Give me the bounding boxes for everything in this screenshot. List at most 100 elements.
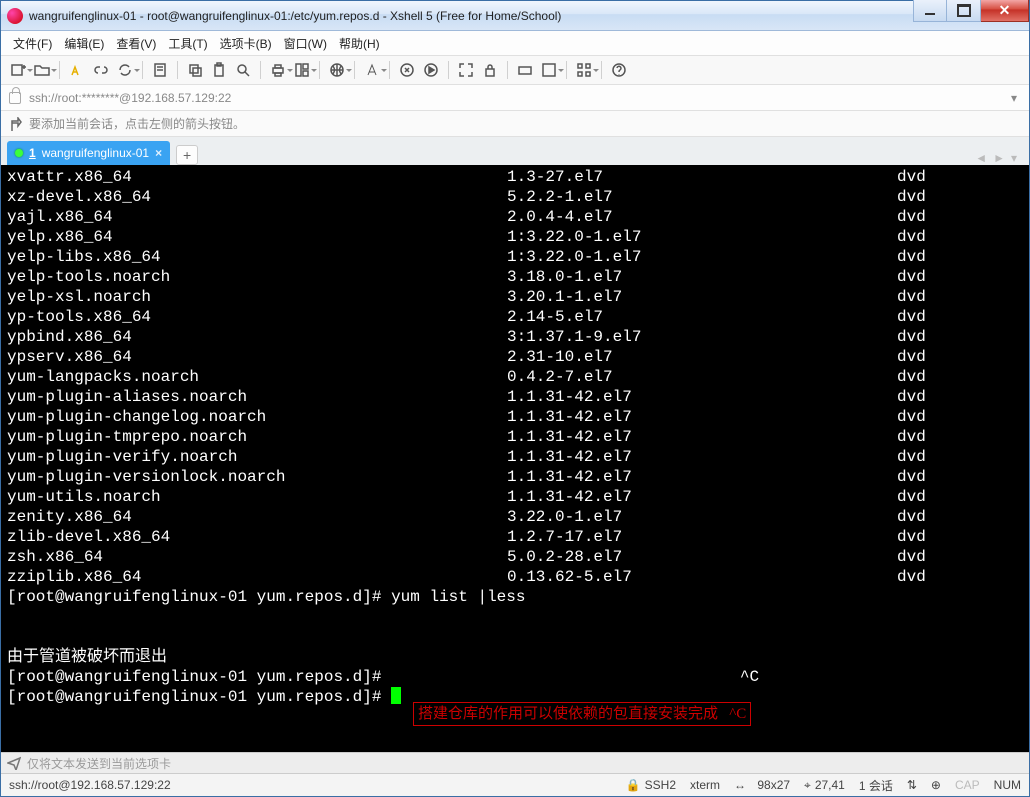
send-icon [7, 756, 21, 770]
menu-window[interactable]: 窗口(W) [280, 33, 331, 54]
app-window: wangruifenglinux-01 - root@wangruifengli… [0, 0, 1030, 797]
tab-prev-icon[interactable]: ◄ [975, 151, 987, 165]
tab-index: 1 [29, 146, 36, 160]
properties-icon[interactable] [151, 61, 169, 79]
terminal-cursor [391, 687, 401, 704]
open-folder-icon[interactable] [33, 61, 51, 79]
package-row: yelp-libs.x86_641:3.22.0-1.el7dvd [7, 247, 1023, 267]
globe-icon[interactable] [328, 61, 346, 79]
separator [354, 61, 355, 79]
package-row: yum-plugin-versionlock.noarch1.1.31-42.e… [7, 467, 1023, 487]
menu-tools[interactable]: 工具(T) [164, 33, 211, 54]
new-session-icon[interactable] [9, 61, 27, 79]
find-icon[interactable] [234, 61, 252, 79]
address-dropdown-icon[interactable]: ▾ [1007, 91, 1021, 105]
status-dot-icon [15, 149, 23, 157]
fullscreen-icon[interactable] [457, 61, 475, 79]
package-row: ypserv.x86_642.31-10.el7dvd [7, 347, 1023, 367]
package-row: zenity.x86_643.22.0-1.el7dvd [7, 507, 1023, 527]
tab-label: wangruifenglinux-01 [42, 146, 149, 160]
package-row: yelp-tools.noarch3.18.0-1.el7dvd [7, 267, 1023, 287]
add-session-arrow-icon[interactable] [9, 117, 23, 131]
menu-help[interactable]: 帮助(H) [335, 33, 384, 54]
color-icon[interactable] [540, 61, 558, 79]
status-size: ↔ 98x27 [734, 778, 790, 792]
separator [59, 61, 60, 79]
package-row: yum-plugin-tmprepo.noarch1.1.31-42.el7dv… [7, 427, 1023, 447]
lock-small-icon [9, 92, 21, 104]
package-row: yelp.x86_641:3.22.0-1.el7dvd [7, 227, 1023, 247]
package-row: yum-langpacks.noarch0.4.2-7.el7dvd [7, 367, 1023, 387]
shell-line: [root@wangruifenglinux-01 yum.repos.d]# … [7, 667, 1023, 687]
lock-icon[interactable] [481, 61, 499, 79]
package-row: yum-plugin-changelog.noarch1.1.31-42.el7… [7, 407, 1023, 427]
annotation-box: 搭建仓库的作用可以使依赖的包直接安装完成 ^C [413, 702, 751, 726]
separator [448, 61, 449, 79]
menu-tabs[interactable]: 选项卡(B) [216, 33, 276, 54]
package-row: yajl.x86_642.0.4-4.el7dvd [7, 207, 1023, 227]
package-row: yum-plugin-verify.noarch1.1.31-42.el7dvd [7, 447, 1023, 467]
status-proto: 🔒SSH2 [626, 778, 676, 792]
font-icon[interactable] [363, 61, 381, 79]
toolbar [1, 55, 1029, 85]
cursor-pos-icon: ⌖ [804, 778, 811, 793]
layout-icon[interactable] [293, 61, 311, 79]
send-placeholder: 仅将文本发送到当前选项卡 [27, 755, 171, 772]
send-text-bar[interactable]: 仅将文本发送到当前选项卡 [1, 752, 1029, 774]
grid-icon[interactable] [575, 61, 593, 79]
paste-icon[interactable] [210, 61, 228, 79]
tab-list-icon[interactable]: ▾ [1011, 151, 1017, 165]
separator [389, 61, 390, 79]
separator [601, 61, 602, 79]
keyboard-icon[interactable] [516, 61, 534, 79]
address-input[interactable] [27, 90, 1007, 106]
separator [142, 61, 143, 79]
title-bar[interactable]: wangruifenglinux-01 - root@wangruifengli… [1, 1, 1029, 31]
status-term: xterm [690, 778, 720, 792]
package-row: zlib-devel.x86_641.2.7-17.el7dvd [7, 527, 1023, 547]
help-icon[interactable] [610, 61, 628, 79]
highlight-icon[interactable] [68, 61, 86, 79]
menu-edit[interactable]: 编辑(E) [60, 33, 108, 54]
run-icon[interactable] [422, 61, 440, 79]
script-icon[interactable] [398, 61, 416, 79]
package-row: yum-plugin-aliases.noarch1.1.31-42.el7dv… [7, 387, 1023, 407]
status-bar: ssh://root@192.168.57.129:22 🔒SSH2 xterm… [1, 774, 1029, 796]
menu-view[interactable]: 查看(V) [112, 33, 160, 54]
package-row: xz-devel.x86_645.2.2-1.el7dvd [7, 187, 1023, 207]
info-text: 要添加当前会话，点击左侧的箭头按钮。 [29, 115, 245, 132]
status-updown-icon[interactable]: ⇅ [907, 778, 917, 792]
link-icon[interactable] [92, 61, 110, 79]
minimize-button[interactable] [913, 0, 947, 22]
package-row: yp-tools.x86_642.14-5.el7dvd [7, 307, 1023, 327]
app-icon [7, 8, 23, 24]
close-button[interactable]: ✕ [981, 0, 1029, 22]
package-row: zsh.x86_645.0.2-28.el7dvd [7, 547, 1023, 567]
copy-icon[interactable] [186, 61, 204, 79]
info-bar: 要添加当前会话，点击左侧的箭头按钮。 [1, 111, 1029, 137]
print-icon[interactable] [269, 61, 287, 79]
resize-icon: ↔ [734, 778, 746, 792]
package-row: ypbind.x86_643:1.37.1-9.el7dvd [7, 327, 1023, 347]
separator [177, 61, 178, 79]
tab-next-icon[interactable]: ► [993, 151, 1005, 165]
separator [260, 61, 261, 79]
terminal-output[interactable]: xvattr.x86_641.3-27.el7dvdxz-devel.x86_6… [1, 165, 1029, 752]
session-tab[interactable]: 1 wangruifenglinux-01 × [7, 141, 170, 165]
package-row: yum-utils.noarch1.1.31-42.el7dvd [7, 487, 1023, 507]
status-cursor: ⌖27,41 [804, 778, 845, 793]
add-tab-button[interactable]: + [176, 145, 198, 165]
status-cap: CAP [955, 778, 980, 792]
maximize-button[interactable] [947, 0, 981, 22]
shell-line: 由于管道被破坏而退出 [7, 647, 1023, 667]
status-connection: ssh://root@192.168.57.129:22 [9, 778, 171, 792]
separator [319, 61, 320, 79]
menu-bar: 文件(F) 编辑(E) 查看(V) 工具(T) 选项卡(B) 窗口(W) 帮助(… [1, 31, 1029, 55]
status-plus-icon[interactable]: ⊕ [931, 778, 941, 792]
tab-strip: 1 wangruifenglinux-01 × + ◄ ► ▾ [1, 137, 1029, 165]
status-num: NUM [994, 778, 1021, 792]
shell-line: [root@wangruifenglinux-01 yum.repos.d]# … [7, 587, 1023, 607]
reconnect-icon[interactable] [116, 61, 134, 79]
tab-close-icon[interactable]: × [155, 146, 162, 160]
menu-file[interactable]: 文件(F) [9, 33, 56, 54]
